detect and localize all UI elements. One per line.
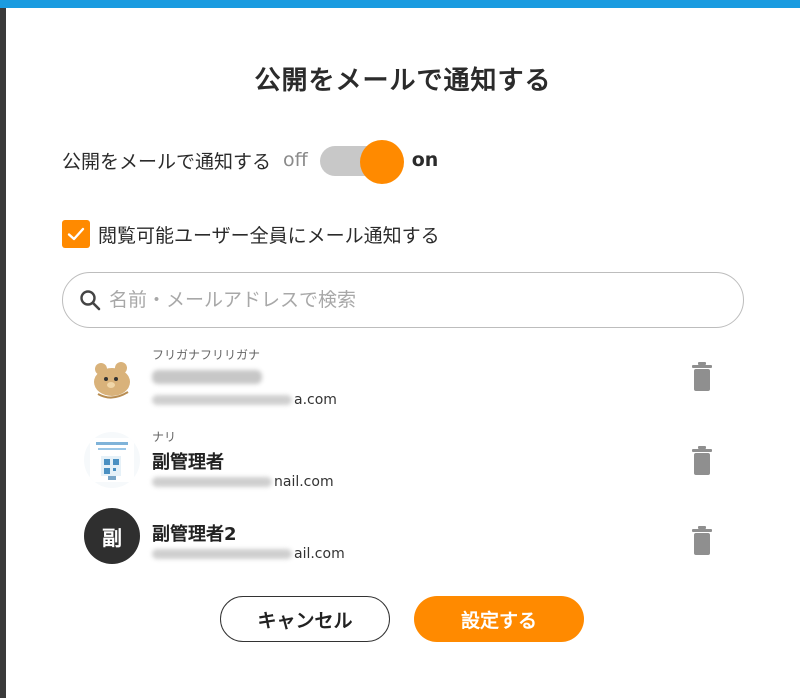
search-input[interactable] [109,289,669,311]
user-email: a.com [152,392,337,408]
user-list-item: ナリ 副管理者 nail.com [84,424,724,496]
email-suffix: nail.com [274,474,334,490]
email-suffix: a.com [294,392,337,408]
notify-all-row: 閲覧可能ユーザー全員にメール通知する [62,220,440,248]
user-email: ail.com [152,546,345,562]
redacted-email [152,549,292,559]
user-email: nail.com [152,474,334,490]
user-list-item: フリガナフリリガナ a.com [84,342,724,414]
notify-all-label: 閲覧可能ユーザー全員にメール通知する [98,224,440,247]
user-name: 副管理者2 [152,524,237,545]
toggle-on-label: on [411,149,439,171]
redacted-email [152,395,292,405]
redacted-email [152,477,272,487]
redacted-name [152,370,262,384]
top-accent-bar [0,0,800,8]
check-icon [67,227,85,241]
notify-toggle-row: 公開をメールで通知する off on [62,140,439,184]
trash-icon[interactable] [690,362,714,392]
user-name [152,366,262,387]
notify-all-checkbox[interactable] [62,220,90,248]
submit-button[interactable]: 設定する [414,596,584,642]
trash-icon[interactable] [690,526,714,556]
notify-toggle-switch[interactable] [319,140,404,184]
initial-avatar: 副 [84,508,140,564]
user-kana: フリガナフリリガナ [152,348,261,362]
dialog-title: 公開をメールで通知する [254,66,552,96]
notify-dialog: 公開をメールで通知する 公開をメールで通知する off on 閲覧可能ユーザー全… [6,8,800,698]
user-kana: ナリ [152,430,177,444]
toggle-off-label: off [283,149,308,171]
cancel-button[interactable]: キャンセル [220,596,390,642]
user-search-box[interactable] [62,272,744,328]
user-list-item: 副 副管理者2 ail.com [84,504,724,576]
qr-card-avatar [84,432,140,488]
user-name: 副管理者 [152,452,224,473]
trash-icon[interactable] [690,446,714,476]
search-icon [80,290,101,311]
notify-toggle-label: 公開をメールで通知する [62,150,272,173]
toggle-knob[interactable] [359,140,404,184]
bear-avatar [84,350,140,406]
email-suffix: ail.com [294,546,345,562]
avatar-initial: 副 [102,525,122,550]
